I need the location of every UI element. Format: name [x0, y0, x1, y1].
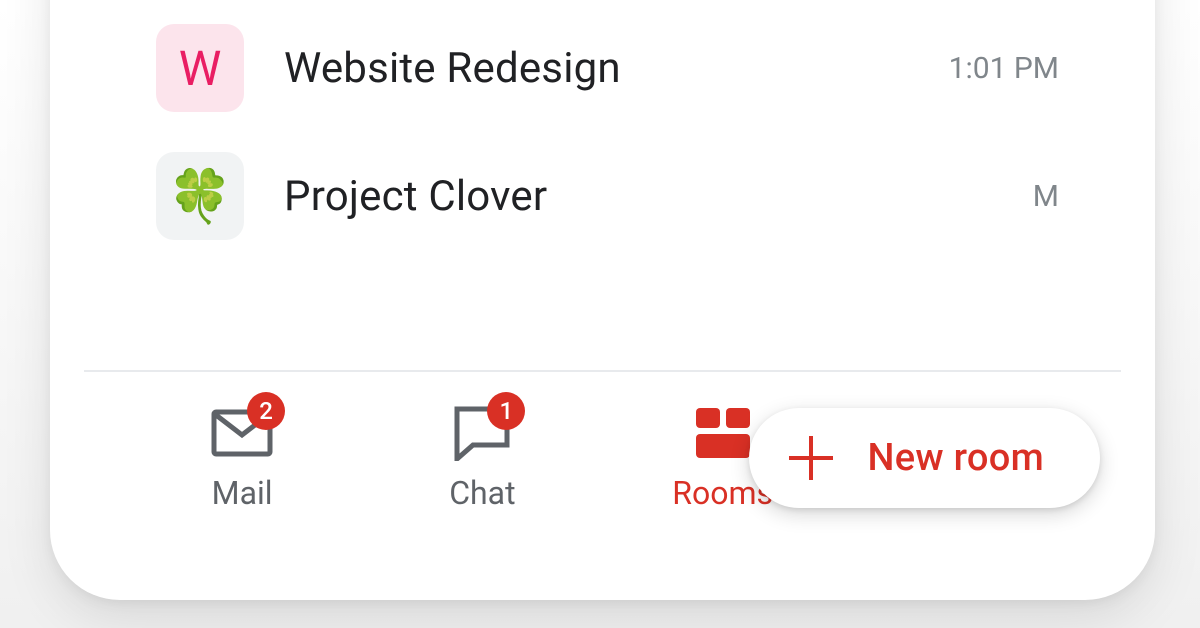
- room-time: 1:01 PM: [949, 51, 1059, 86]
- nav-mail-label: Mail: [212, 474, 273, 512]
- rooms-list: W Website Redesign 1:01 PM 🍀 Project Clo…: [84, 0, 1121, 372]
- avatar-letter: W: [156, 24, 244, 112]
- room-title: Project Clover: [284, 172, 1033, 221]
- room-title: Website Redesign: [284, 44, 949, 93]
- room-time: M: [1033, 179, 1059, 214]
- mail-badge: 2: [247, 392, 285, 430]
- chat-badge: 1: [487, 392, 525, 430]
- new-room-button[interactable]: New room: [749, 408, 1100, 508]
- phone-frame: W Website Redesign 1:01 PM 🍀 Project Clo…: [50, 0, 1155, 600]
- list-item[interactable]: 🍀 Project Clover M: [84, 132, 1121, 260]
- nav-chat[interactable]: 1 Chat: [402, 402, 562, 512]
- avatar-letter-text: W: [179, 40, 222, 97]
- avatar-emoji: 🍀: [156, 152, 244, 240]
- nav-chat-label: Chat: [449, 474, 515, 512]
- nav-mail[interactable]: 2 Mail: [162, 402, 322, 512]
- clover-icon: 🍀: [168, 166, 233, 227]
- rooms-icon: [688, 402, 758, 464]
- mail-icon: 2: [207, 402, 277, 464]
- list-item[interactable]: W Website Redesign 1:01 PM: [84, 4, 1121, 132]
- plus-icon: [789, 436, 833, 480]
- new-room-label: New room: [867, 436, 1044, 480]
- chat-icon: 1: [447, 402, 517, 464]
